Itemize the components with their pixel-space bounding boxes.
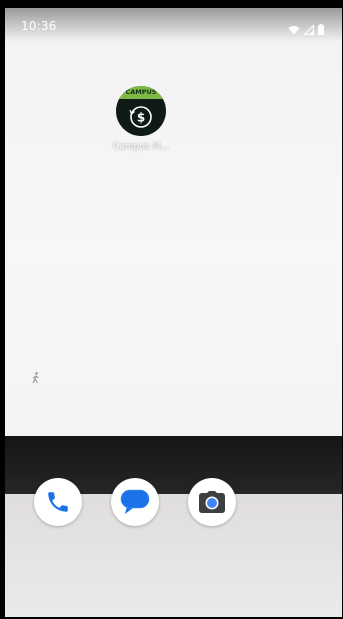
- status-time: 10:36: [21, 19, 57, 33]
- phone-screen: 10:36 CAMPUS $ Campus M...: [0, 0, 343, 619]
- app-label-campus-money: Campus M...: [113, 142, 169, 152]
- dock-phone-button[interactable]: [34, 478, 82, 526]
- campus-money-icon: CAMPUS $: [116, 86, 166, 136]
- dock-camera-button[interactable]: [188, 478, 236, 526]
- messages-icon: [120, 489, 150, 514]
- phone-icon: [48, 492, 68, 512]
- camera-icon: [199, 491, 225, 513]
- home-screen-wallpaper: 10:36 CAMPUS $ Campus M...: [5, 8, 342, 617]
- dock-messages-button[interactable]: [111, 478, 159, 526]
- wifi-icon: [288, 20, 300, 39]
- svg-text:$: $: [137, 111, 145, 125]
- signal-icon: [303, 20, 315, 39]
- status-icons: [288, 20, 324, 39]
- status-bar: 10:36: [5, 8, 342, 42]
- battery-icon: [318, 20, 324, 39]
- app-icon-campus-money[interactable]: CAMPUS $ Campus M...: [109, 86, 173, 152]
- walking-figure-icon: [31, 372, 41, 387]
